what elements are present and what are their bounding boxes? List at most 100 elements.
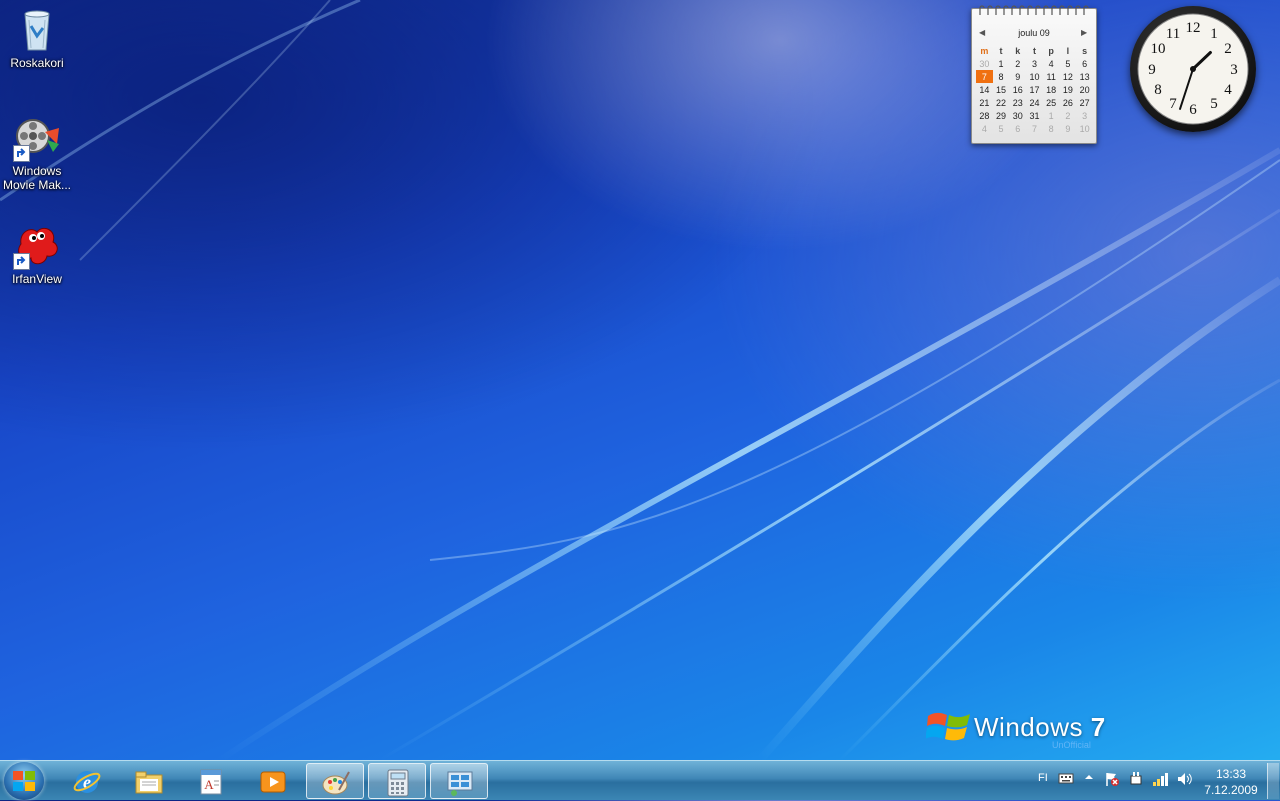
language-indicator[interactable]: FI	[1038, 772, 1048, 784]
weekday-label: s	[1082, 45, 1088, 56]
calendar-day[interactable]: 8	[993, 70, 1010, 83]
power-plug-icon[interactable]	[1128, 771, 1144, 790]
calendar-day[interactable]: 13	[1076, 70, 1093, 83]
calendar-day[interactable]: 31	[1026, 109, 1043, 122]
internet-explorer-icon: e	[73, 771, 101, 793]
clock-gadget[interactable]: 12 1 2 3 4 5 6 7 8 9 10 11	[1130, 6, 1256, 132]
taskbar-calculator[interactable]	[368, 763, 426, 799]
windows-orb-icon	[13, 771, 35, 791]
clock-number: 12	[1186, 20, 1201, 36]
calendar-day[interactable]: 10	[1076, 122, 1093, 135]
next-month-icon[interactable]: ▶	[1081, 28, 1087, 37]
calendar-day[interactable]: 27	[1076, 96, 1093, 109]
clock-number: 2	[1224, 41, 1232, 57]
desktop-icon-label: IrfanView	[12, 272, 62, 286]
calendar-day[interactable]: 2	[1060, 109, 1077, 122]
windows-7-logo: Windows 7 UnOfficial	[924, 704, 1114, 754]
calendar-header: ◀ joulu 09 ▶	[972, 28, 1096, 40]
weekday-label: p	[1048, 45, 1054, 56]
calendar-day[interactable]: 18	[1043, 83, 1060, 96]
calendar-day[interactable]: 11	[1043, 70, 1060, 83]
keyboard-icon[interactable]	[1058, 771, 1074, 788]
desktop-icon-movie-maker[interactable]: Windows Movie Mak...	[0, 114, 74, 192]
action-center-flag-icon[interactable]	[1104, 771, 1120, 790]
calendar-day[interactable]: 10	[1026, 70, 1043, 83]
calendar-day[interactable]: 15	[993, 83, 1010, 96]
desktop-icon-irfanview[interactable]: IrfanView	[0, 222, 74, 286]
windows-flag-icon	[926, 712, 970, 741]
calendar-day[interactable]: 8	[1043, 122, 1060, 135]
clock-number: 5	[1210, 96, 1218, 112]
svg-text:A: A	[204, 777, 214, 792]
calendar-day[interactable]: 5	[993, 122, 1010, 135]
paint-icon	[322, 771, 350, 795]
clock-number: 3	[1230, 62, 1238, 78]
control-panel-icon	[447, 771, 473, 796]
calendar-day[interactable]: 3	[1076, 109, 1093, 122]
calendar-day[interactable]: 23	[1009, 96, 1026, 109]
calendar-day[interactable]: 30	[976, 57, 993, 70]
show-desktop-button[interactable]	[1267, 763, 1279, 799]
start-button[interactable]	[4, 762, 44, 800]
desktop-icon-recycle-bin[interactable]: Roskakori	[0, 6, 74, 70]
calendar-day[interactable]: 24	[1026, 96, 1043, 109]
calendar-month-label: joulu 09	[1018, 28, 1050, 38]
calendar-rings-icon	[979, 5, 1089, 15]
windows-explorer-icon	[135, 771, 163, 794]
calendar-day[interactable]: 17	[1026, 83, 1043, 96]
calendar-day[interactable]: 21	[976, 96, 993, 109]
calendar-day[interactable]: 1	[1043, 109, 1060, 122]
clock-number: 10	[1151, 41, 1166, 57]
recycle-bin-icon	[13, 6, 61, 54]
calendar-day[interactable]: 30	[1009, 109, 1026, 122]
windows-logo-text: Windows 7	[974, 712, 1106, 743]
volume-icon[interactable]	[1176, 771, 1192, 790]
calendar-day[interactable]: 29	[993, 109, 1010, 122]
notification-area: FI	[1030, 761, 1200, 801]
calendar-day[interactable]: 3	[1026, 57, 1043, 70]
calendar-day[interactable]: 9	[1060, 122, 1077, 135]
weekday-label: t	[1032, 45, 1036, 56]
taskbar-internet-explorer[interactable]: e	[58, 763, 116, 799]
previous-month-icon[interactable]: ◀	[979, 28, 985, 37]
calendar-day[interactable]: 22	[993, 96, 1010, 109]
calendar-day[interactable]: 9	[1009, 70, 1026, 83]
clock-number: 6	[1189, 102, 1197, 118]
weekday-label: t	[999, 45, 1003, 56]
calendar-day[interactable]: 5	[1060, 57, 1077, 70]
calendar-grid: m t k t p l s 30 1 2 3 4 5 6 7 8 9 10 11…	[976, 44, 1093, 135]
network-signal-icon[interactable]	[1152, 771, 1170, 790]
calendar-gadget[interactable]: ◀ joulu 09 ▶ m t k t p l s 30 1 2 3 4 5 …	[971, 5, 1097, 144]
shortcut-arrow-icon	[13, 145, 30, 162]
taskbar-time: 13:33	[1215, 767, 1247, 781]
calendar-day[interactable]: 4	[1043, 57, 1060, 70]
calendar-day[interactable]: 19	[1060, 83, 1077, 96]
calendar-day[interactable]: 28	[976, 109, 993, 122]
calendar-day[interactable]: 4	[976, 122, 993, 135]
windows-logo-word: Windows	[974, 712, 1083, 742]
calendar-day[interactable]: 6	[1009, 122, 1026, 135]
show-hidden-icons-icon[interactable]	[1084, 772, 1094, 785]
desktop-icon-label: Roskakori	[10, 56, 64, 70]
taskbar-media-player[interactable]	[244, 763, 302, 799]
taskbar-windows-explorer[interactable]	[120, 763, 178, 799]
calendar-day[interactable]: 14	[976, 83, 993, 96]
calendar-day-today[interactable]: 7	[976, 70, 993, 83]
movie-maker-icon	[13, 114, 61, 162]
taskbar-paint[interactable]	[306, 763, 364, 799]
calendar-day[interactable]: 26	[1060, 96, 1077, 109]
taskbar-control-panel[interactable]	[430, 763, 488, 799]
wordpad-icon: A	[200, 769, 222, 795]
calendar-day[interactable]: 2	[1009, 57, 1026, 70]
calendar-day[interactable]: 7	[1026, 122, 1043, 135]
clock-number: 11	[1166, 26, 1180, 42]
clock-face: 12 1 2 3 4 5 6 7 8 9 10 11	[1137, 13, 1249, 125]
calendar-day[interactable]: 6	[1076, 57, 1093, 70]
calendar-day[interactable]: 20	[1076, 83, 1093, 96]
taskbar-clock[interactable]: 13:33 7.12.2009	[1198, 766, 1264, 798]
calendar-day[interactable]: 1	[993, 57, 1010, 70]
calendar-day[interactable]: 25	[1043, 96, 1060, 109]
calendar-day[interactable]: 16	[1009, 83, 1026, 96]
calendar-day[interactable]: 12	[1060, 70, 1077, 83]
taskbar-wordpad[interactable]: A	[182, 763, 240, 799]
